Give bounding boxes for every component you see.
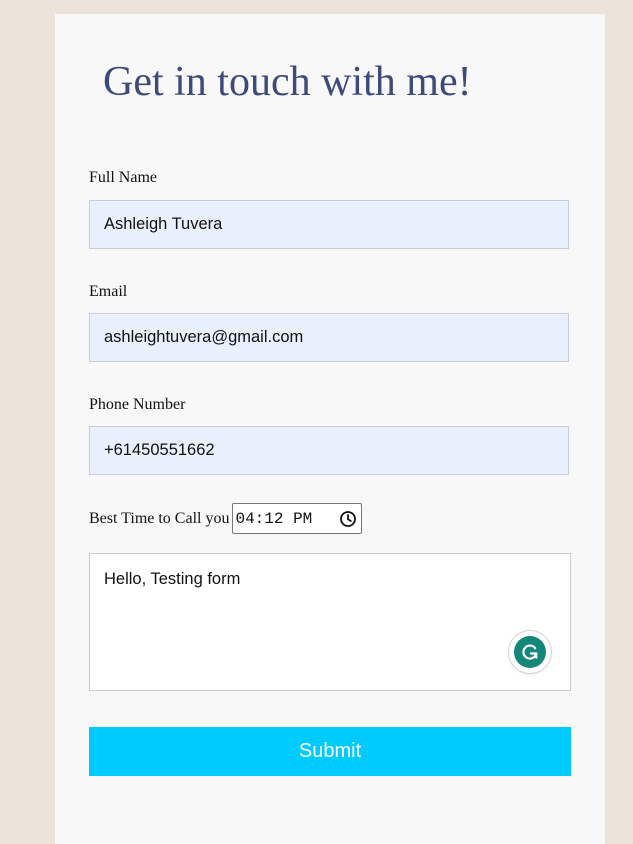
full-name-value: Ashleigh Tuvera	[104, 215, 223, 233]
best-time-input[interactable]: 04:12 PM	[232, 503, 363, 534]
best-time-label: Best Time to Call you	[89, 509, 230, 527]
page-title: Get in touch with me!	[103, 59, 472, 105]
email-input[interactable]: ashleightuvera@gmail.com	[89, 313, 569, 362]
best-time-row: Best Time to Call you 04:12 PM	[89, 503, 363, 534]
grammarly-badge	[514, 636, 546, 668]
email-label: Email	[89, 283, 128, 300]
clock-icon[interactable]	[339, 510, 357, 528]
contact-form-card: Get in touch with me! Full Name Ashleigh…	[55, 14, 605, 844]
best-time-value: 04:12 PM	[235, 509, 313, 528]
phone-input[interactable]: +61450551662	[89, 426, 569, 475]
message-value: Hello, Testing form	[104, 570, 241, 588]
full-name-label: Full Name	[89, 169, 157, 186]
submit-button[interactable]: Submit	[89, 727, 571, 776]
phone-label: Phone Number	[89, 396, 186, 413]
full-name-input[interactable]: Ashleigh Tuvera	[89, 200, 569, 249]
grammarly-icon[interactable]	[509, 631, 551, 673]
message-textarea[interactable]: Hello, Testing form	[89, 553, 571, 691]
phone-value: +61450551662	[104, 441, 215, 459]
email-value: ashleightuvera@gmail.com	[104, 328, 304, 346]
